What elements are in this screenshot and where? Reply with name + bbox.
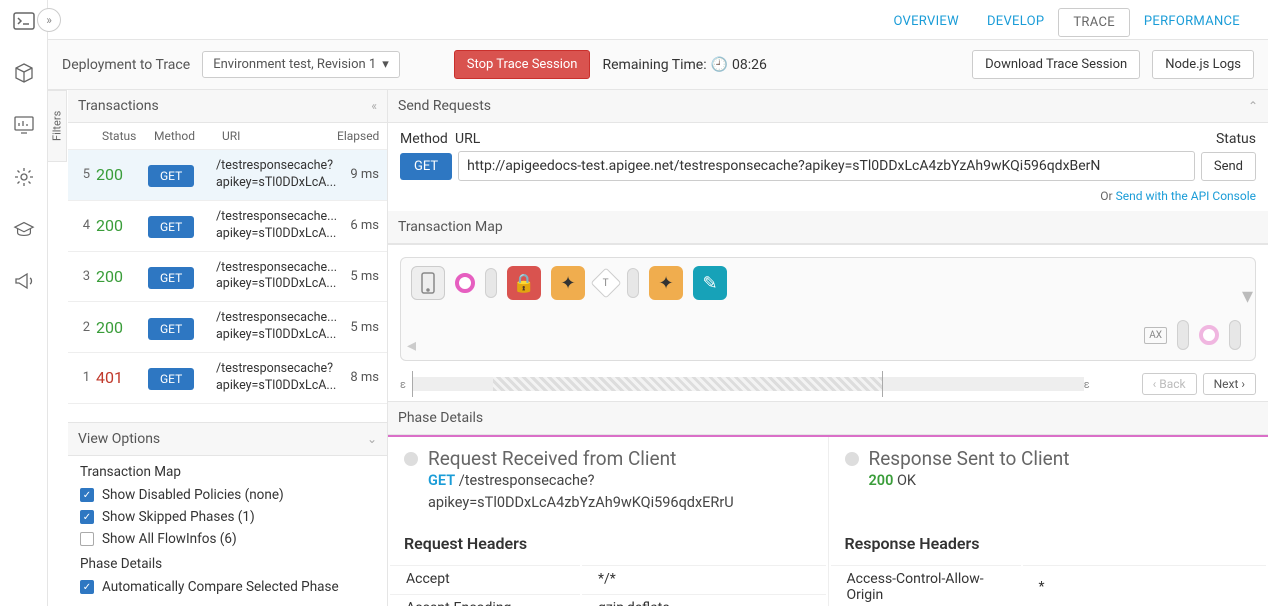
response-headers-title: Response Headers bbox=[829, 524, 1268, 563]
table-row[interactable]: 4200GET/testresponsecache...apikey=sTl0D… bbox=[68, 201, 387, 252]
tab-trace[interactable]: TRACE bbox=[1058, 8, 1130, 37]
package-icon[interactable] bbox=[13, 62, 35, 84]
policy-edit-icon[interactable]: ✎ bbox=[693, 266, 727, 300]
megaphone-icon[interactable] bbox=[13, 270, 35, 292]
remaining-time: Remaining Time: 🕘 08:26 bbox=[602, 57, 766, 73]
graduation-icon[interactable] bbox=[13, 218, 35, 240]
collapse-left-icon[interactable]: « bbox=[371, 99, 377, 113]
flow-pill[interactable] bbox=[1229, 320, 1241, 350]
nodejs-logs-button[interactable]: Node.js Logs bbox=[1152, 50, 1254, 79]
transactions-header: Transactions « bbox=[68, 90, 387, 123]
opt-disabled-policies[interactable]: ✓Show Disabled Policies (none) bbox=[80, 484, 375, 506]
request-received-title: Request Received from Client bbox=[404, 447, 812, 470]
checkbox-icon: ✓ bbox=[80, 488, 94, 502]
stop-trace-button[interactable]: Stop Trace Session bbox=[454, 50, 591, 79]
checkbox-icon: ✓ bbox=[80, 510, 94, 524]
send-footer: Or Send with the API Console bbox=[388, 185, 1268, 211]
send-requests-header: Send Requests ⌃ bbox=[388, 90, 1268, 123]
flow-arrow-down-icon: ▾ bbox=[1242, 284, 1253, 309]
next-button[interactable]: Next › bbox=[1203, 373, 1256, 395]
request-headers-title: Request Headers bbox=[388, 524, 828, 563]
top-strip: » OVERVIEW DEVELOP TRACE PERFORMANCE bbox=[48, 0, 1268, 40]
policy-route2-icon[interactable]: ✦ bbox=[649, 266, 683, 300]
expand-rail-button[interactable]: » bbox=[37, 8, 61, 32]
terminal-icon[interactable] bbox=[13, 10, 35, 32]
send-button[interactable]: Send bbox=[1201, 152, 1256, 181]
right-panel: Send Requests ⌃ Method URL Status GET Se… bbox=[388, 90, 1268, 606]
top-tabs: OVERVIEW DEVELOP TRACE PERFORMANCE bbox=[879, 8, 1254, 37]
table-row[interactable]: 2200GET/testresponsecache...apikey=sTl0D… bbox=[68, 302, 387, 353]
chevron-down-icon: ▾ bbox=[382, 57, 389, 72]
table-row[interactable]: 1401GET/testresponsecache?apikey=sTl0DDx… bbox=[68, 353, 387, 404]
flow-dot-faded[interactable] bbox=[1199, 325, 1219, 345]
deployment-label: Deployment to Trace bbox=[62, 57, 190, 73]
header-row: Accept-Encodinggzip,deflate bbox=[390, 594, 826, 606]
client-icon[interactable] bbox=[411, 266, 445, 300]
opt-all-flowinfos[interactable]: Show All FlowInfos (6) bbox=[80, 528, 375, 550]
tab-develop[interactable]: DEVELOP bbox=[973, 8, 1058, 37]
download-trace-button[interactable]: Download Trace Session bbox=[972, 50, 1140, 79]
tab-overview[interactable]: OVERVIEW bbox=[879, 8, 973, 37]
toolbar: Deployment to Trace Environment test, Re… bbox=[48, 40, 1268, 90]
response-line: 200 OK bbox=[845, 470, 1253, 492]
ax-badge[interactable]: AX bbox=[1144, 327, 1167, 344]
table-row[interactable]: 3200GET/testresponsecache...apikey=sTl0D… bbox=[68, 252, 387, 303]
tab-performance[interactable]: PERFORMANCE bbox=[1130, 8, 1254, 37]
analytics-icon[interactable] bbox=[13, 114, 35, 136]
header-row: Accept*/* bbox=[390, 565, 826, 592]
header-row: Access-Control-Allow-Origin* bbox=[831, 565, 1267, 606]
send-url-label: URL bbox=[455, 131, 1196, 147]
vo-group-phase: Phase Details bbox=[80, 556, 375, 572]
phase-details-header: Phase Details bbox=[388, 402, 1268, 435]
send-url-input[interactable] bbox=[458, 151, 1195, 181]
filters-tab[interactable]: Filters bbox=[48, 90, 67, 162]
flow-dot[interactable] bbox=[455, 273, 475, 293]
response-headers-table: Access-Control-Allow-Origin*Connectionke… bbox=[829, 563, 1268, 606]
checkbox-icon bbox=[80, 532, 94, 546]
left-panel: Filters Transactions « Status Method URI… bbox=[48, 90, 388, 606]
collapse-send-icon[interactable]: ⌃ bbox=[1248, 99, 1258, 113]
left-rail bbox=[0, 0, 48, 606]
vo-group-map: Transaction Map bbox=[80, 464, 375, 480]
view-options: View Options ⌄ Transaction Map ✓Show Dis… bbox=[68, 422, 387, 606]
response-sent-title: Response Sent to Client bbox=[845, 447, 1253, 470]
environment-dropdown[interactable]: Environment test, Revision 1 ▾ bbox=[202, 51, 400, 78]
send-method-label: Method bbox=[400, 131, 455, 147]
policy-route-icon[interactable]: ✦ bbox=[551, 266, 585, 300]
transaction-map[interactable]: 🔒 ✦ T ✦ ✎ ▾ ◂ AX bbox=[400, 257, 1256, 361]
api-console-link[interactable]: Send with the API Console bbox=[1116, 189, 1256, 203]
checkbox-icon: ✓ bbox=[80, 580, 94, 594]
policy-t-icon[interactable]: T bbox=[590, 267, 621, 298]
policy-lock-icon[interactable]: 🔒 bbox=[507, 266, 541, 300]
opt-auto-compare[interactable]: ✓Automatically Compare Selected Phase bbox=[80, 576, 375, 598]
transaction-map-header: Transaction Map bbox=[388, 211, 1268, 244]
opt-skipped-phases[interactable]: ✓Show Skipped Phases (1) bbox=[80, 506, 375, 528]
epsilon-right: ε bbox=[1084, 378, 1090, 391]
request-line: GET /testresponsecache? apikey=sTl0DDxLc… bbox=[404, 470, 812, 514]
flow-arrow-left-icon: ◂ bbox=[407, 335, 416, 356]
transactions-list: 5200GET/testresponsecache?apikey=sTl0DDx… bbox=[68, 150, 387, 404]
epsilon-left: ε bbox=[400, 378, 406, 391]
request-headers-table: Accept*/*Accept-Encodinggzip,deflateHost… bbox=[388, 563, 828, 606]
timeline-bar[interactable] bbox=[412, 377, 1084, 391]
transactions-columns: Status Method URI Elapsed bbox=[68, 123, 387, 150]
flow-pill[interactable] bbox=[627, 268, 639, 298]
send-method-badge[interactable]: GET bbox=[400, 153, 452, 180]
collapse-viewopts-icon[interactable]: ⌄ bbox=[367, 432, 377, 446]
gear-icon[interactable] bbox=[13, 166, 35, 188]
clock-icon: 🕘 bbox=[711, 57, 728, 73]
send-status-label: Status bbox=[1196, 131, 1256, 147]
view-options-header: View Options ⌄ bbox=[68, 423, 387, 456]
back-button[interactable]: ‹ Back bbox=[1142, 373, 1197, 395]
timeline: ε ε ‹ Back Next › bbox=[388, 367, 1268, 401]
flow-pill[interactable] bbox=[485, 268, 497, 298]
flow-pill[interactable] bbox=[1177, 320, 1189, 350]
table-row[interactable]: 5200GET/testresponsecache?apikey=sTl0DDx… bbox=[68, 150, 387, 201]
